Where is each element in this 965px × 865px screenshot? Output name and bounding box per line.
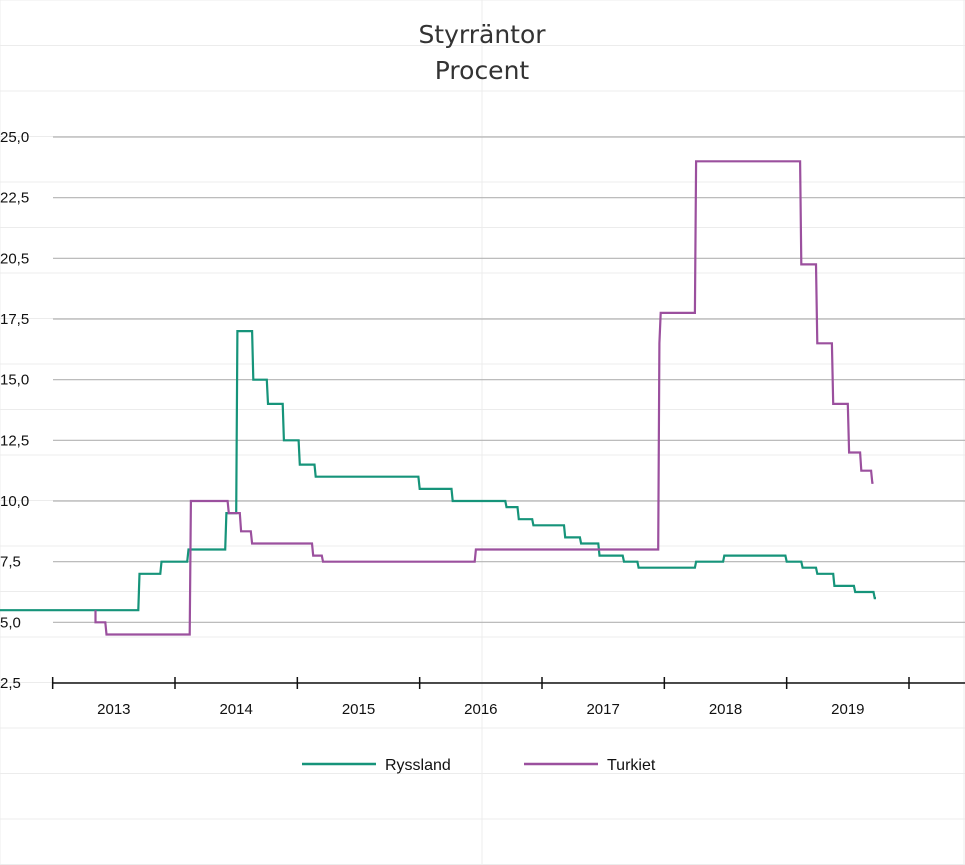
chart-subtitle: Procent	[435, 56, 530, 85]
y-axis-tick-labels: 25,0 22,5 20,5 17,5 15,0 12,5 10,0 7,5 5,0 2,5	[0, 129, 29, 692]
y-tick-label: 20,5	[0, 250, 29, 267]
y-tick-label: 12,5	[0, 432, 29, 449]
y-tick-label: 15,0	[0, 372, 29, 389]
legend: Ryssland Turkiet	[302, 757, 656, 774]
x-tick-label: 2014	[219, 701, 252, 718]
x-tick-label: 2019	[831, 701, 864, 718]
x-tick-label: 2017	[586, 701, 619, 718]
series-line-ryssland	[0, 330, 876, 612]
series-layer	[0, 160, 876, 636]
y-tick-label: 2,5	[0, 675, 21, 692]
legend-label-ryssland: Ryssland	[385, 757, 451, 774]
x-tick-label: 2013	[97, 701, 130, 718]
y-tick-label: 17,5	[0, 311, 29, 328]
x-tick-label: 2016	[464, 701, 497, 718]
y-tick-label: 7,5	[0, 554, 21, 571]
y-tick-label: 25,0	[0, 129, 29, 146]
y-tick-label: 10,0	[0, 493, 29, 510]
y-tick-label: 22,5	[0, 190, 29, 207]
y-tick-label: 5,0	[0, 614, 21, 631]
legend-label-turkiet: Turkiet	[607, 757, 656, 774]
x-tick-label: 2018	[709, 701, 742, 718]
x-tick-label: 2015	[342, 701, 375, 718]
series-line-turkiet	[94, 160, 874, 636]
chart: Styrräntor Procent 25,0 22,5 20,5 17,5 15,0 1…	[0, 0, 965, 865]
background-gridlines	[0, 0, 965, 865]
chart-title: Styrräntor	[418, 20, 546, 49]
